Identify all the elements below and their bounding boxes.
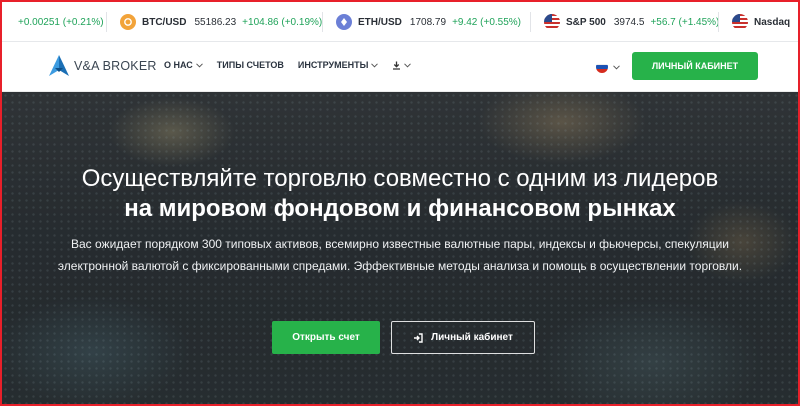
nav-label: О НАС [164,60,193,70]
hero-subtitle: Вас ожидает порядком 300 типовых активов… [57,237,743,273]
language-selector[interactable] [596,61,620,73]
ticker-divider [322,12,323,32]
brand-logo[interactable]: V&A BROKER [48,54,157,78]
download-icon [393,61,401,70]
nav-label: ИНСТРУМЕНТЫ [297,60,369,70]
russian-flag-icon [596,61,608,73]
personal-cabinet-button[interactable]: ЛИЧНЫЙ КАБИНЕТ [632,52,758,80]
ticker-item[interactable]: S&P 500 3974.5 +56.7 (+1.45%) [544,2,720,41]
price-ticker: +0.00251 (+0.21%) BTC/USD 55186.23 +104.… [2,2,798,42]
ticker-divider [530,12,531,32]
brand-name: V&A BROKER [74,59,157,73]
hero-cabinet-button[interactable]: Личный кабинет [391,321,535,354]
ticker-item[interactable]: ETH/USD 1708.79 +9.42 (+0.55%) [336,2,521,41]
ticker-symbol: BTC/USD [142,16,187,28]
ticker-price: 1708.79 [409,16,447,28]
hero-title-line-1: Осуществляйте торговлю совместно с одним… [81,165,719,192]
site-header: V&A BROKER О НАС ТИПЫ СЧЕТОВ ИНСТРУМЕНТЫ… [2,42,798,92]
ticker-price: 55186.23 [194,16,237,28]
ticker-divider [106,12,107,32]
bitcoin-icon [120,14,136,30]
nav-instruments[interactable]: ИНСТРУМЕНТЫ [298,60,379,70]
chevron-down-icon [371,62,379,68]
ticker-symbol: S&P 500 [566,16,606,28]
chevron-down-icon [195,62,203,68]
nav-label: ТИПЫ СЧЕТОВ [216,60,284,70]
ticker-change: +0.00251 (+0.21%) [18,16,104,28]
hero-title-line-2: на мировом фондовом и финансовом рынках [124,195,676,222]
us-flag-icon [732,14,748,30]
ticker-item[interactable]: Nasdaq [732,2,798,41]
chevron-down-icon [404,62,412,68]
us-flag-icon [544,14,560,30]
ticker-symbol: ETH/USD [358,16,402,28]
ethereum-icon [336,14,352,30]
open-account-button[interactable]: Открыть счет [272,321,380,354]
ticker-item[interactable]: +0.00251 (+0.21%) [18,2,104,41]
ticker-change: +9.42 (+0.55%) [452,16,521,28]
ticker-item[interactable]: BTC/USD 55186.23 +104.86 (+0.19%) [120,2,323,41]
logo-icon [49,55,69,76]
nav-downloads[interactable] [392,61,412,70]
ticker-symbol: Nasdaq [754,16,791,28]
hero-banner: Осуществляйте торговлю совместно с одним… [2,92,798,404]
ticker-price: 3974.5 [613,16,645,28]
chevron-down-icon [613,64,620,70]
ticker-divider [718,12,719,32]
hero-cabinet-label: Личный кабинет [431,332,513,343]
hero-title: Осуществляйте торговлю совместно с одним… [2,164,798,224]
nav-account-types[interactable]: ТИПЫ СЧЕТОВ [217,60,284,70]
login-icon [414,332,423,343]
ticker-change: +56.7 (+1.45%) [650,16,720,28]
ticker-change: +104.86 (+0.19%) [242,16,323,28]
main-nav: О НАС ТИПЫ СЧЕТОВ ИНСТРУМЕНТЫ [164,60,425,70]
nav-about[interactable]: О НАС [164,60,203,70]
